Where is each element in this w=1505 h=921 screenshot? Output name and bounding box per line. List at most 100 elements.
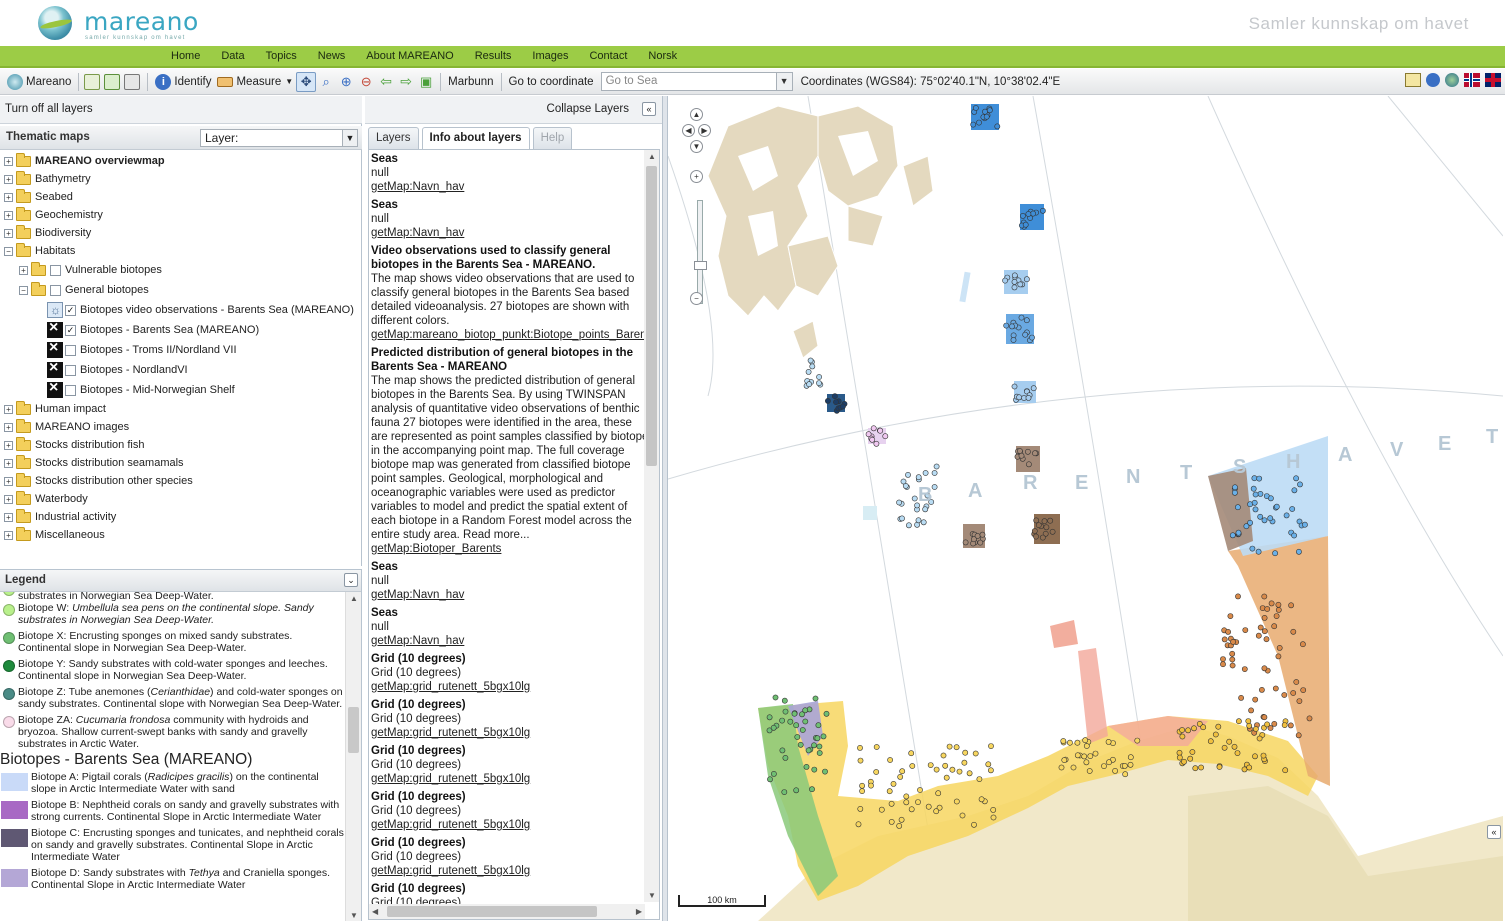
tree-node-seabed[interactable]: + Seabed bbox=[0, 188, 362, 206]
norwegian-flag-icon[interactable] bbox=[1464, 73, 1480, 87]
tree-layer-nordland[interactable]: Biotopes - NordlandVI bbox=[0, 359, 362, 380]
marbunn-button[interactable]: Marbunn bbox=[445, 71, 496, 93]
zoom-slider-thumb[interactable] bbox=[694, 261, 707, 270]
getmap-link[interactable]: getMap:grid_rutenett_5bgx10lg bbox=[371, 726, 647, 740]
tree-node-fish[interactable]: + Stocks distribution fish bbox=[0, 436, 362, 454]
tree-node-waterbody[interactable]: + Waterbody bbox=[0, 490, 362, 508]
nav-home[interactable]: Home bbox=[171, 50, 200, 62]
layer-checkbox-checked[interactable]: ✓ bbox=[65, 304, 76, 316]
getmap-link[interactable]: getMap:Biotoper_Barents bbox=[371, 542, 647, 556]
map-canvas[interactable] bbox=[668, 96, 1503, 921]
scroll-down-icon[interactable]: ▼ bbox=[350, 911, 358, 920]
collapse-layers-label[interactable]: Collapse Layers bbox=[547, 103, 629, 115]
go-to-sea-select[interactable]: Go to Sea ▼ bbox=[600, 72, 793, 91]
scroll-up-icon[interactable]: ▲ bbox=[350, 594, 358, 603]
layer-checkbox[interactable] bbox=[50, 284, 61, 296]
getmap-link[interactable]: getMap:grid_rutenett_5bgx10lg bbox=[371, 772, 647, 786]
scroll-left-icon[interactable]: ◀ bbox=[372, 907, 378, 916]
next-extent-button[interactable]: ⇨ bbox=[396, 72, 416, 92]
chevron-down-icon[interactable]: ▼ bbox=[342, 130, 357, 146]
collapse-layers-button[interactable]: « bbox=[642, 102, 656, 116]
zoom-in-button[interactable]: + bbox=[690, 170, 703, 183]
save-map-button[interactable] bbox=[83, 72, 103, 92]
tree-node-habitats[interactable]: − Habitats bbox=[0, 242, 362, 260]
print-button[interactable] bbox=[123, 72, 143, 92]
expand-icon[interactable]: + bbox=[4, 530, 13, 540]
export-map-button[interactable] bbox=[103, 72, 123, 92]
tab-help[interactable]: Help bbox=[532, 127, 573, 149]
tree-node-seamamals[interactable]: + Stocks distribution seamamals bbox=[0, 454, 362, 472]
tree-layer-video-observations[interactable]: ✓ Biotopes video observations - Barents S… bbox=[0, 300, 362, 320]
tree-node-biodiversity[interactable]: + Biodiversity bbox=[0, 224, 362, 242]
email-icon[interactable] bbox=[1405, 73, 1421, 87]
scroll-right-icon[interactable]: ▶ bbox=[636, 907, 642, 916]
expand-icon[interactable]: + bbox=[4, 156, 13, 166]
tree-node-human-impact[interactable]: + Human impact bbox=[0, 400, 362, 418]
nav-images[interactable]: Images bbox=[532, 50, 568, 62]
mareano-logo[interactable]: mareano samler kunnskap om havet bbox=[38, 6, 198, 42]
tab-info-about-layers[interactable]: Info about layers bbox=[421, 127, 530, 149]
pan-button[interactable]: ✥ bbox=[296, 71, 317, 92]
tree-node-other-species[interactable]: + Stocks distribution other species bbox=[0, 472, 362, 490]
expand-icon[interactable]: + bbox=[4, 494, 13, 504]
nav-news[interactable]: News bbox=[318, 50, 346, 62]
info-vertical-scrollbar[interactable]: ▲ ▼ bbox=[644, 150, 659, 902]
getmap-link[interactable]: getMap:Navn_hav bbox=[371, 226, 647, 240]
tree-node-miscellaneous[interactable]: + Miscellaneous bbox=[0, 526, 362, 544]
expand-icon[interactable]: + bbox=[4, 174, 13, 184]
tree-node-vulnerable-biotopes[interactable]: + Vulnerable biotopes bbox=[0, 260, 362, 280]
chevron-down-icon[interactable]: ▼ bbox=[775, 73, 792, 90]
getmap-link[interactable]: getMap:Navn_hav bbox=[371, 180, 647, 194]
nav-norsk[interactable]: Norsk bbox=[648, 50, 677, 62]
collapse-icon[interactable]: − bbox=[19, 285, 28, 295]
expand-icon[interactable]: + bbox=[4, 512, 13, 522]
getmap-link[interactable]: getMap:grid_rutenett_5bgx10lg bbox=[371, 864, 647, 878]
layer-checkbox[interactable] bbox=[65, 384, 76, 396]
layer-checkbox[interactable] bbox=[65, 344, 76, 356]
layer-checkbox-checked[interactable]: ✓ bbox=[65, 324, 76, 336]
pan-north-button[interactable]: ▲ bbox=[690, 108, 703, 121]
uk-flag-icon[interactable] bbox=[1485, 73, 1501, 87]
previous-extent-button[interactable]: ⇦ bbox=[376, 72, 396, 92]
nav-topics[interactable]: Topics bbox=[266, 50, 297, 62]
nav-data[interactable]: Data bbox=[221, 50, 244, 62]
collapse-map-panel-button[interactable]: « bbox=[1487, 825, 1501, 839]
info-hscroll-thumb[interactable] bbox=[387, 906, 597, 917]
tree-node-industrial[interactable]: + Industrial activity bbox=[0, 508, 362, 526]
pan-east-button[interactable]: ▶ bbox=[698, 124, 711, 137]
expand-icon[interactable]: + bbox=[4, 404, 13, 414]
zoom-out-button[interactable]: ⊖ bbox=[356, 72, 376, 92]
getmap-link[interactable]: getMap:grid_rutenett_5bgx10lg bbox=[371, 818, 647, 832]
layer-checkbox[interactable] bbox=[50, 264, 61, 276]
expand-icon[interactable]: + bbox=[4, 422, 13, 432]
globe-icon[interactable] bbox=[1445, 73, 1459, 87]
collapse-icon[interactable]: − bbox=[4, 246, 13, 256]
zoom-box-button[interactable]: ⌕ bbox=[316, 72, 336, 92]
identify-button[interactable]: i Identify bbox=[152, 71, 214, 93]
zoom-in-button[interactable]: ⊕ bbox=[336, 72, 356, 92]
tree-node-overview[interactable]: + MAREANO overviewmap bbox=[0, 152, 362, 170]
expand-icon[interactable]: + bbox=[4, 440, 13, 450]
pan-west-button[interactable]: ◀ bbox=[682, 124, 695, 137]
turn-off-all-layers-link[interactable]: Turn off all layers bbox=[0, 96, 362, 124]
full-extent-button[interactable]: ▣ bbox=[416, 72, 436, 92]
tree-layer-barents-sea[interactable]: ✓ Biotopes - Barents Sea (MAREANO) bbox=[0, 319, 362, 340]
measure-dropdown[interactable]: Measure ▼ bbox=[214, 71, 296, 93]
tree-node-general-biotopes[interactable]: − General biotopes bbox=[0, 280, 362, 300]
map-viewport[interactable]: B A R E N T S H A V E T ▲ ◀ ▶ ▼ + − 100 … bbox=[668, 96, 1503, 921]
nav-contact[interactable]: Contact bbox=[589, 50, 627, 62]
expand-icon[interactable]: + bbox=[19, 265, 28, 275]
mareano-home-button[interactable]: Mareano bbox=[4, 71, 74, 93]
getmap-link[interactable]: getMap:grid_rutenett_5bgx10lg bbox=[371, 680, 647, 694]
nav-about[interactable]: About MAREANO bbox=[366, 50, 453, 62]
getmap-link[interactable]: getMap:Navn_hav bbox=[371, 634, 647, 648]
scroll-down-icon[interactable]: ▼ bbox=[648, 891, 656, 900]
expand-icon[interactable]: + bbox=[4, 476, 13, 486]
expand-icon[interactable]: + bbox=[4, 458, 13, 468]
goto-coordinate-button[interactable]: Go to coordinate bbox=[506, 71, 597, 93]
tree-layer-mid-norwegian[interactable]: Biotopes - Mid-Norwegian Shelf bbox=[0, 379, 362, 400]
tree-node-bathymetry[interactable]: + Bathymetry bbox=[0, 170, 362, 188]
tree-node-mareano-images[interactable]: + MAREANO images bbox=[0, 418, 362, 436]
legend-scrollbar[interactable]: ▲ ▼ bbox=[345, 592, 361, 921]
getmap-link[interactable]: getMap:Navn_hav bbox=[371, 588, 647, 602]
